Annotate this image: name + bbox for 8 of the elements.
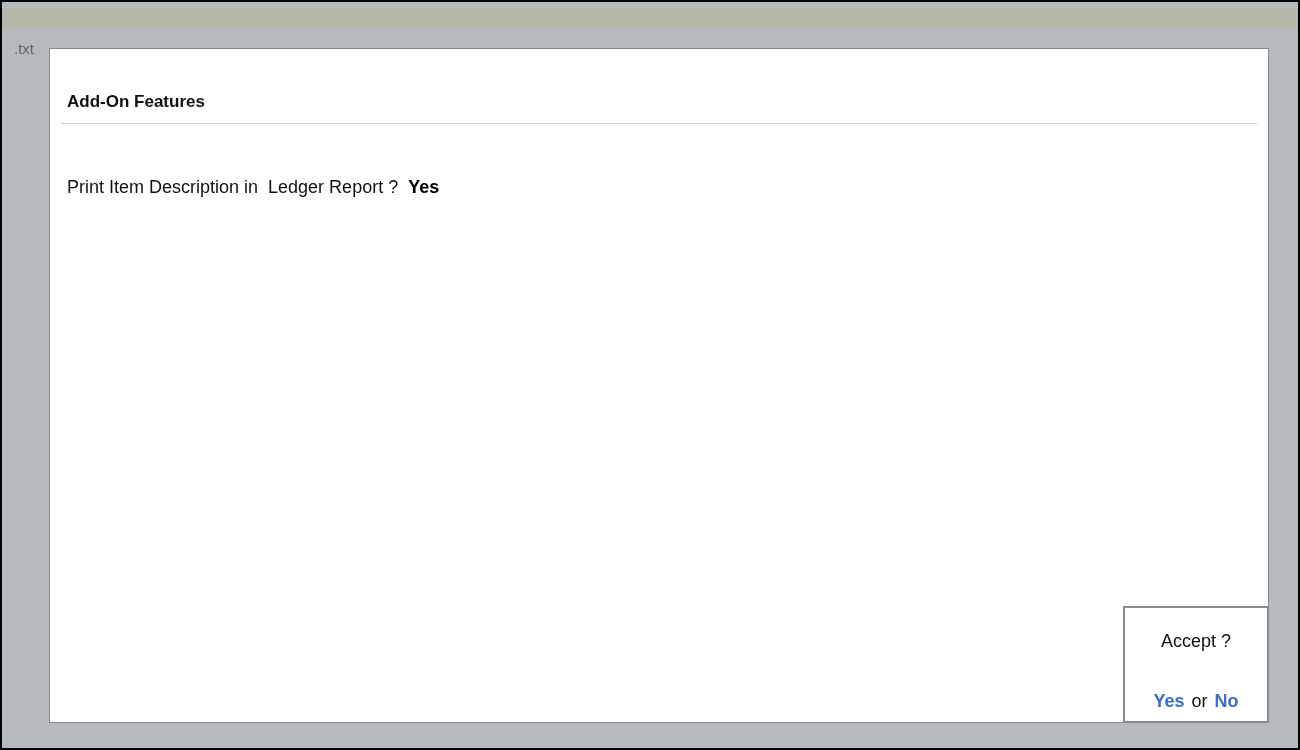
field-value[interactable]: Yes bbox=[408, 173, 440, 201]
dialog-title: Add-On Features bbox=[67, 92, 205, 111]
no-option[interactable]: No bbox=[1214, 688, 1239, 715]
or-label: or bbox=[1191, 690, 1208, 713]
field-label: Print Item Description in Ledger Report ? bbox=[67, 175, 399, 199]
file-label: .txt bbox=[14, 39, 34, 59]
yes-option[interactable]: Yes bbox=[1153, 688, 1185, 715]
accept-question: Accept ? bbox=[1160, 630, 1231, 653]
